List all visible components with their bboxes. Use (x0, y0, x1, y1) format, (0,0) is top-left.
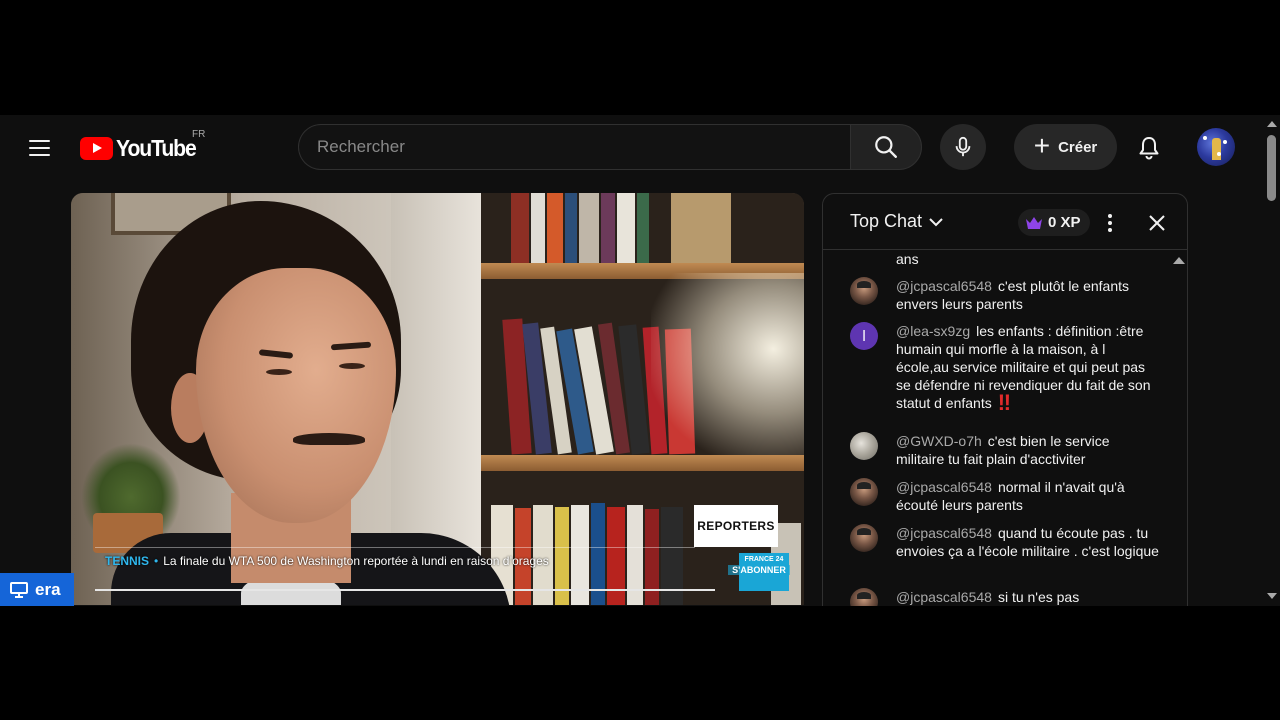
search-icon (875, 136, 897, 158)
news-ticker: TENNIS • La finale du WTA 500 de Washing… (95, 549, 695, 573)
chat-author-name[interactable]: @jcpascal6548 (896, 479, 992, 495)
menu-icon (28, 140, 50, 142)
more-vert-dot (1108, 228, 1112, 232)
book (637, 193, 649, 263)
video-player[interactable]: REPORTERS FRANCE 24 S'ABONNER TENNIS • L… (71, 193, 804, 605)
book (565, 193, 577, 263)
chat-message[interactable]: @jcpascal6548 normal il n'avait qu'à écou… (850, 478, 1160, 514)
xp-button[interactable]: 0 XP (1018, 209, 1090, 236)
person-eye (266, 369, 292, 375)
shelf-board (481, 455, 804, 471)
book (601, 193, 615, 263)
chat-close-button[interactable] (1143, 209, 1171, 237)
close-icon (1149, 215, 1165, 231)
chat-message-text: ans (896, 251, 919, 267)
page-scrollbar[interactable] (1264, 115, 1280, 606)
monitor-icon (10, 581, 28, 598)
chat-author-avatar[interactable] (850, 277, 878, 305)
ticker-category: TENNIS (105, 554, 150, 568)
logo-text: YouTube (116, 134, 197, 161)
xp-label: 0 XP (1048, 214, 1081, 231)
chat-message[interactable]: @jcpascal6548 quand tu écoute pas . tu en… (850, 524, 1160, 560)
chat-author-name[interactable]: @jcpascal6548 (896, 278, 992, 294)
chat-author-avatar[interactable] (850, 432, 878, 460)
plus-icon: + (1033, 130, 1051, 161)
chat-message-partial: ans (850, 251, 1160, 268)
scroll-up-arrow-icon[interactable] (1267, 121, 1277, 127)
chat-message[interactable]: @GWXD-o7h c'est bien le service militaire… (850, 432, 1160, 468)
crown-icon (1026, 216, 1042, 229)
chat-author-name[interactable]: @jcpascal6548 (896, 525, 992, 541)
subscribe-badge: S'ABONNER (728, 565, 790, 575)
youtube-logo[interactable]: YouTube (80, 135, 203, 161)
book (579, 193, 599, 265)
era-overlay-button[interactable]: era (0, 573, 74, 606)
person-eye (339, 363, 365, 369)
chat-author-name[interactable]: @jcpascal6548 (896, 589, 992, 605)
chat-mode-label: Top Chat (850, 211, 923, 231)
create-label: Créer (1058, 138, 1098, 156)
chat-message-text: si tu n'es pas (997, 589, 1080, 605)
youtube-logo-icon (80, 136, 113, 160)
book (617, 193, 635, 265)
search-input[interactable] (317, 137, 850, 157)
chat-message[interactable]: l @lea-sx9zg les enfants : définition :êt… (850, 322, 1160, 415)
chat-author-avatar[interactable]: l (850, 322, 878, 350)
chat-author-avatar[interactable] (850, 524, 878, 552)
chat-more-button[interactable] (1097, 209, 1123, 237)
more-vert-icon (1108, 214, 1112, 218)
chat-author-name[interactable]: @GWXD-o7h (896, 433, 982, 449)
bell-icon (1139, 137, 1159, 160)
chat-message[interactable]: @jcpascal6548 c'est plutôt le enfants env… (850, 277, 1160, 313)
ticker-bottom-line (95, 589, 715, 591)
ticker-separator: • (154, 554, 159, 568)
person-mustache (293, 433, 365, 445)
chat-author-name[interactable]: @lea-sx9zg (896, 323, 970, 339)
ticker-top-line (95, 547, 695, 548)
account-avatar[interactable] (1197, 128, 1235, 166)
chat-messages[interactable]: ans @jcpascal6548 c'est plutôt le enfants… (823, 251, 1187, 606)
book (511, 193, 529, 263)
ticker-text: La finale du WTA 500 de Washington repor… (163, 554, 549, 568)
show-badge: REPORTERS (694, 505, 778, 547)
notifications-button[interactable] (1130, 129, 1168, 167)
mic-icon (955, 136, 971, 157)
chat-scroll-up-icon[interactable] (1173, 257, 1185, 264)
scroll-thumb[interactable] (1267, 135, 1276, 201)
create-button[interactable]: + Créer (1014, 124, 1117, 170)
double-exclamation-emoji: ‼ (997, 390, 1011, 415)
search-box (298, 124, 850, 170)
scroll-down-arrow-icon[interactable] (1267, 593, 1277, 599)
menu-button[interactable] (22, 131, 56, 165)
search-button[interactable] (850, 124, 922, 170)
book (671, 193, 731, 265)
chat-author-avatar[interactable] (850, 478, 878, 506)
book (547, 193, 563, 263)
youtube-app: YouTube FR + Créer (0, 115, 1280, 606)
chat-message[interactable]: @jcpascal6548 si tu n'es pas (850, 588, 1160, 606)
menu-icon-bar (28, 154, 50, 156)
more-vert-dot (1108, 221, 1112, 225)
menu-icon-bar (28, 147, 50, 149)
chat-author-avatar[interactable] (850, 588, 878, 606)
voice-search-button[interactable] (940, 124, 986, 170)
era-label: era (35, 579, 61, 599)
live-chat-panel: Top Chat 0 XP ans @jcpascal6548 c'est plu… (822, 193, 1188, 606)
book (531, 193, 545, 265)
chat-header: Top Chat 0 XP (823, 194, 1187, 250)
region-code: FR (192, 129, 206, 140)
chat-mode-selector[interactable]: Top Chat (850, 211, 944, 232)
shelf-light (651, 273, 804, 463)
chevron-down-icon (929, 217, 943, 226)
